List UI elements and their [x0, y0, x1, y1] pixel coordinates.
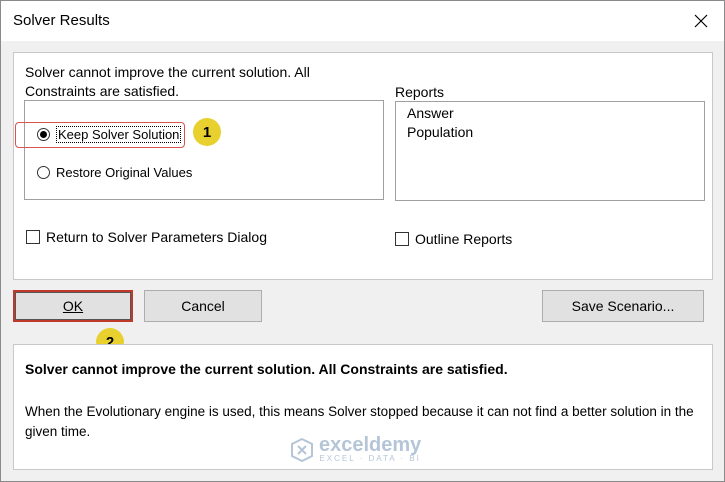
close-button[interactable]: [678, 1, 724, 41]
step-1-badge: 1: [193, 118, 221, 146]
return-to-parameters-label: Return to Solver Parameters Dialog: [46, 229, 267, 245]
close-icon: [694, 14, 708, 28]
report-item-answer[interactable]: Answer: [407, 105, 454, 121]
title-bar: Solver Results: [1, 1, 724, 41]
reports-label: Reports: [395, 84, 445, 100]
result-message: Solver cannot improve the current soluti…: [25, 64, 310, 99]
solver-results-dialog: Solver Results Solver cannot improve the…: [0, 0, 725, 482]
cancel-button[interactable]: Cancel: [144, 290, 262, 322]
ok-button[interactable]: OK: [13, 290, 133, 322]
results-panel: Solver cannot improve the current soluti…: [13, 52, 713, 280]
dialog-title: Solver Results: [13, 12, 110, 29]
report-item-population[interactable]: Population: [407, 124, 473, 140]
keep-solution-label: Keep Solver Solution: [56, 126, 182, 143]
outline-reports-checkbox[interactable]: [395, 232, 409, 246]
restore-values-radio[interactable]: [37, 166, 50, 179]
restore-original-values-option[interactable]: Restore Original Values: [37, 165, 192, 180]
return-to-parameters-option[interactable]: Return to Solver Parameters Dialog: [26, 229, 267, 245]
solution-options-group: [24, 100, 384, 200]
return-to-parameters-checkbox[interactable]: [26, 230, 40, 244]
keep-solver-solution-option[interactable]: Keep Solver Solution: [37, 126, 182, 143]
keep-solution-radio[interactable]: [37, 128, 50, 141]
outline-reports-label: Outline Reports: [415, 231, 513, 247]
watermark-name: exceldemy: [319, 434, 422, 456]
restore-values-label: Restore Original Values: [56, 165, 193, 180]
outline-reports-option[interactable]: Outline Reports: [395, 231, 512, 247]
cancel-button-label: Cancel: [181, 298, 225, 314]
save-scenario-button[interactable]: Save Scenario...: [542, 290, 704, 322]
reports-listbox[interactable]: Answer Population: [395, 101, 705, 201]
exceldemy-logo-icon: [291, 437, 313, 462]
description-title: Solver cannot improve the current soluti…: [25, 361, 508, 377]
exceldemy-watermark: exceldemy EXCEL · DATA · BI: [289, 434, 422, 463]
save-scenario-button-label: Save Scenario...: [571, 298, 675, 314]
watermark-tagline: EXCEL · DATA · BI: [319, 454, 421, 463]
watermark-text: exceldemy EXCEL · DATA · BI: [319, 434, 422, 463]
ok-button-label: OK: [62, 298, 84, 314]
